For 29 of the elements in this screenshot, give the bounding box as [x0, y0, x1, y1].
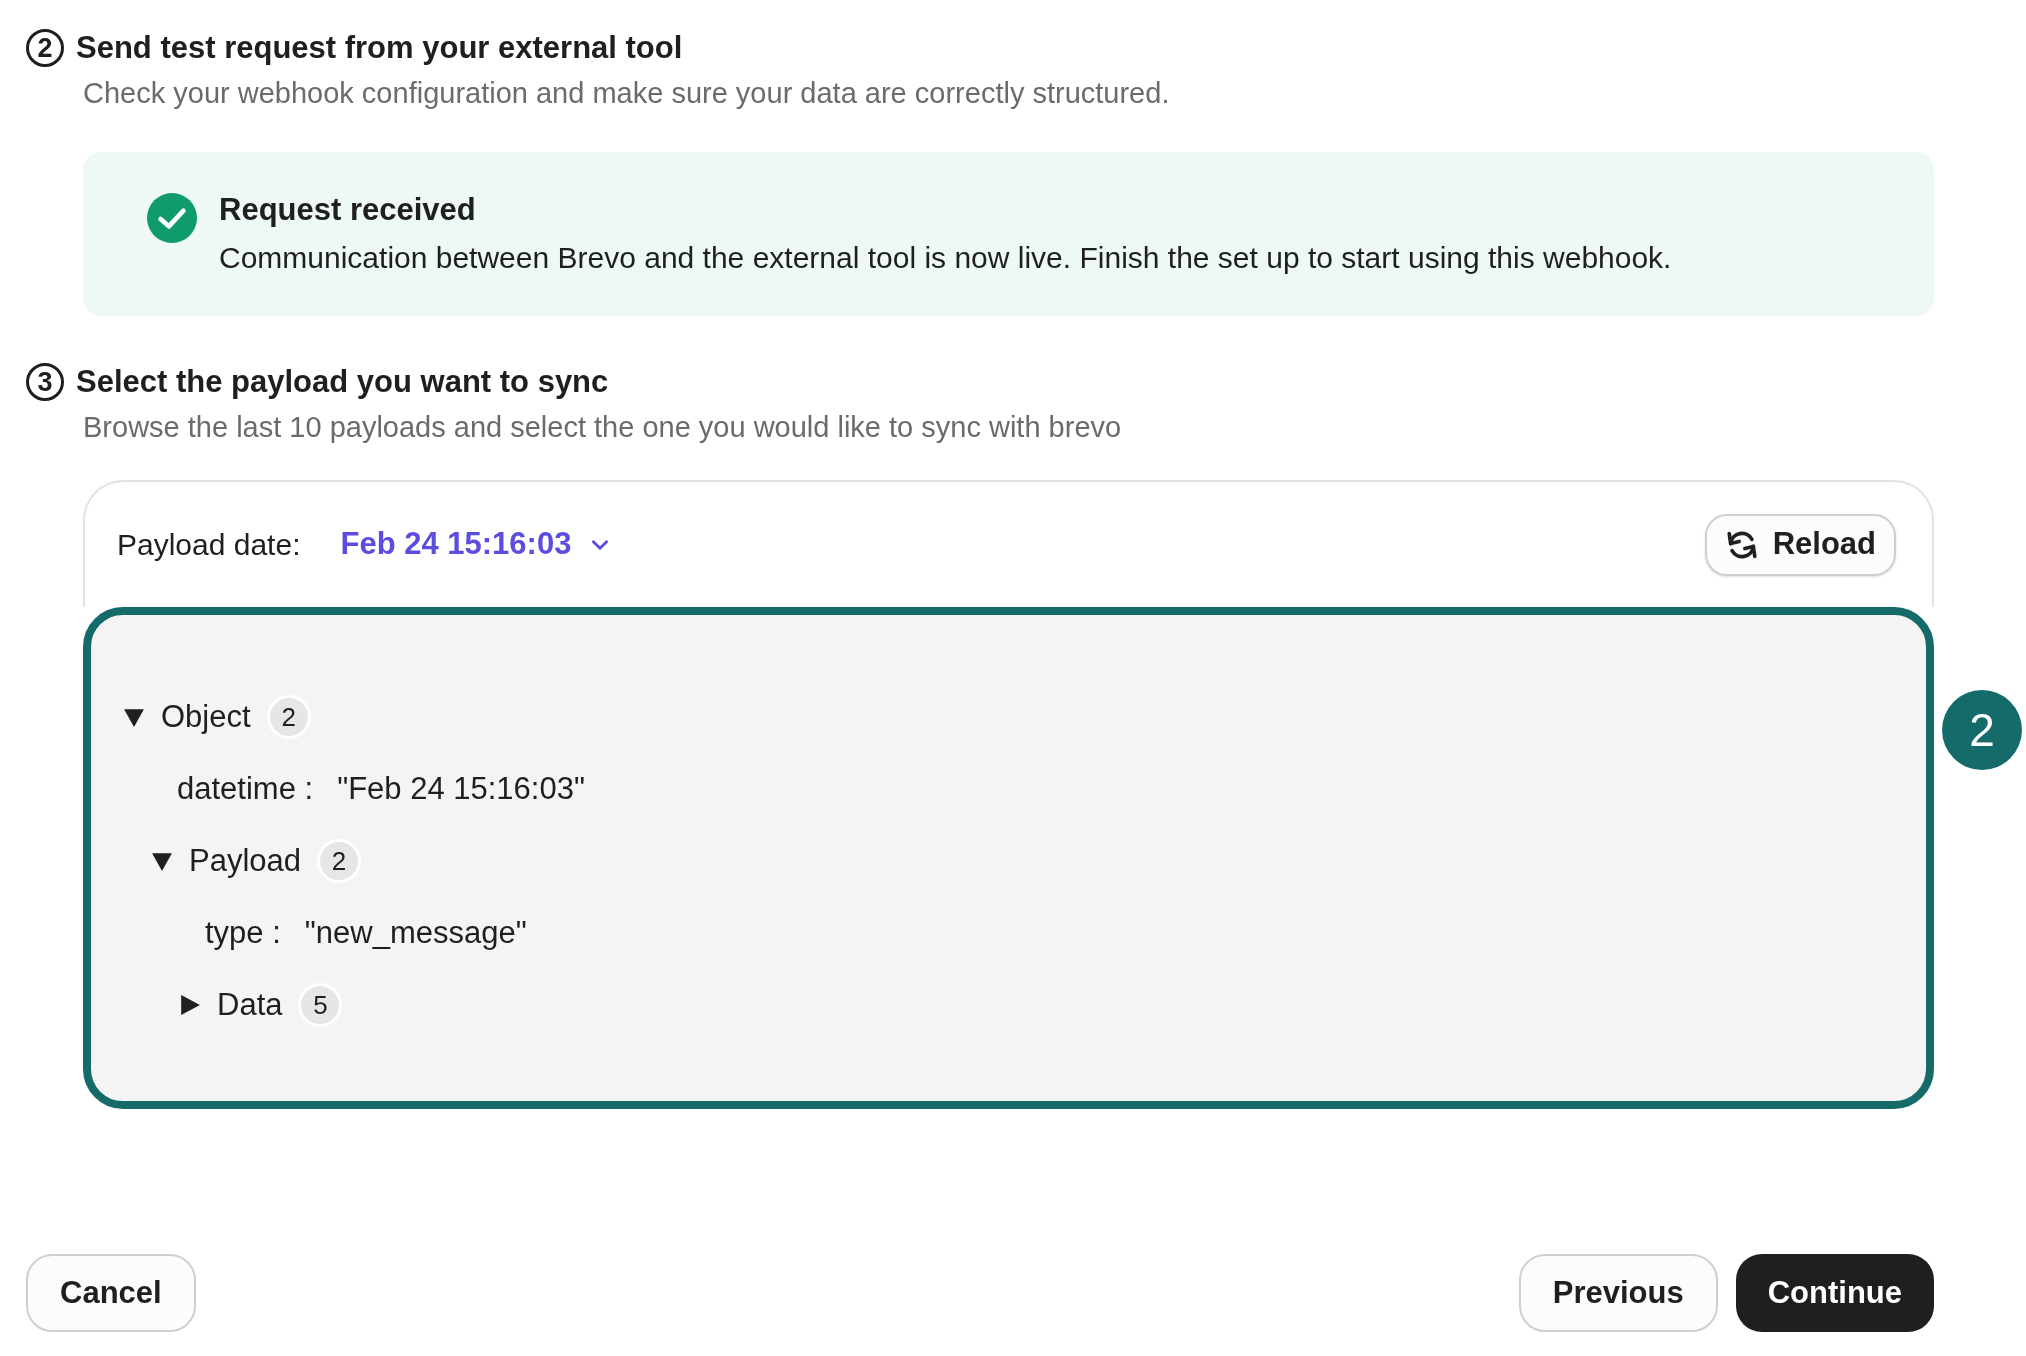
date-label: Payload date: [117, 527, 301, 563]
field-value: "Feb 24 15:16:03" [337, 769, 585, 808]
field-key: type : [205, 909, 281, 957]
step-subtitle: Browse the last 10 payloads and select the one you would like to sync with brevo [82, 410, 1123, 445]
date-dropdown[interactable]: Feb 24 15:16:03 [340, 521, 612, 568]
banner-title: Request received [219, 191, 477, 229]
node-label[interactable]: Object [161, 693, 251, 741]
check-circle-icon [147, 193, 197, 243]
triangle-down-icon[interactable] [151, 850, 173, 872]
banner-message: Communication between Brevo and the external tool is now live. Finish the set up to start using this webhook. [219, 240, 1672, 276]
count-badge: 2 [266, 695, 311, 739]
step-number: 2 [26, 29, 64, 67]
triangle-right-icon[interactable] [179, 994, 201, 1016]
node-label[interactable]: Data [217, 981, 283, 1029]
reload-button[interactable]: Reload [1704, 513, 1896, 576]
previous-button[interactable]: Previous [1518, 1254, 1718, 1332]
cancel-button[interactable]: Cancel [26, 1254, 196, 1332]
count-badge: 2 [317, 839, 362, 883]
field-value: "new_message" [304, 913, 527, 952]
step-title: Send test request from your external tool [76, 29, 683, 67]
node-label[interactable]: Payload [189, 837, 302, 885]
annotation-badge: 2 [1942, 690, 2022, 770]
count-badge: 5 [298, 983, 343, 1027]
field-key: datetime : [177, 765, 314, 813]
step-number: 3 [26, 363, 64, 401]
step-title: Select the payload you want to sync [76, 363, 609, 401]
step-subtitle: Check your webhook configuration and make sure your data are correctly structured. [82, 76, 1171, 111]
triangle-down-icon[interactable] [123, 706, 145, 728]
continue-button[interactable]: Continue [1735, 1254, 1934, 1332]
